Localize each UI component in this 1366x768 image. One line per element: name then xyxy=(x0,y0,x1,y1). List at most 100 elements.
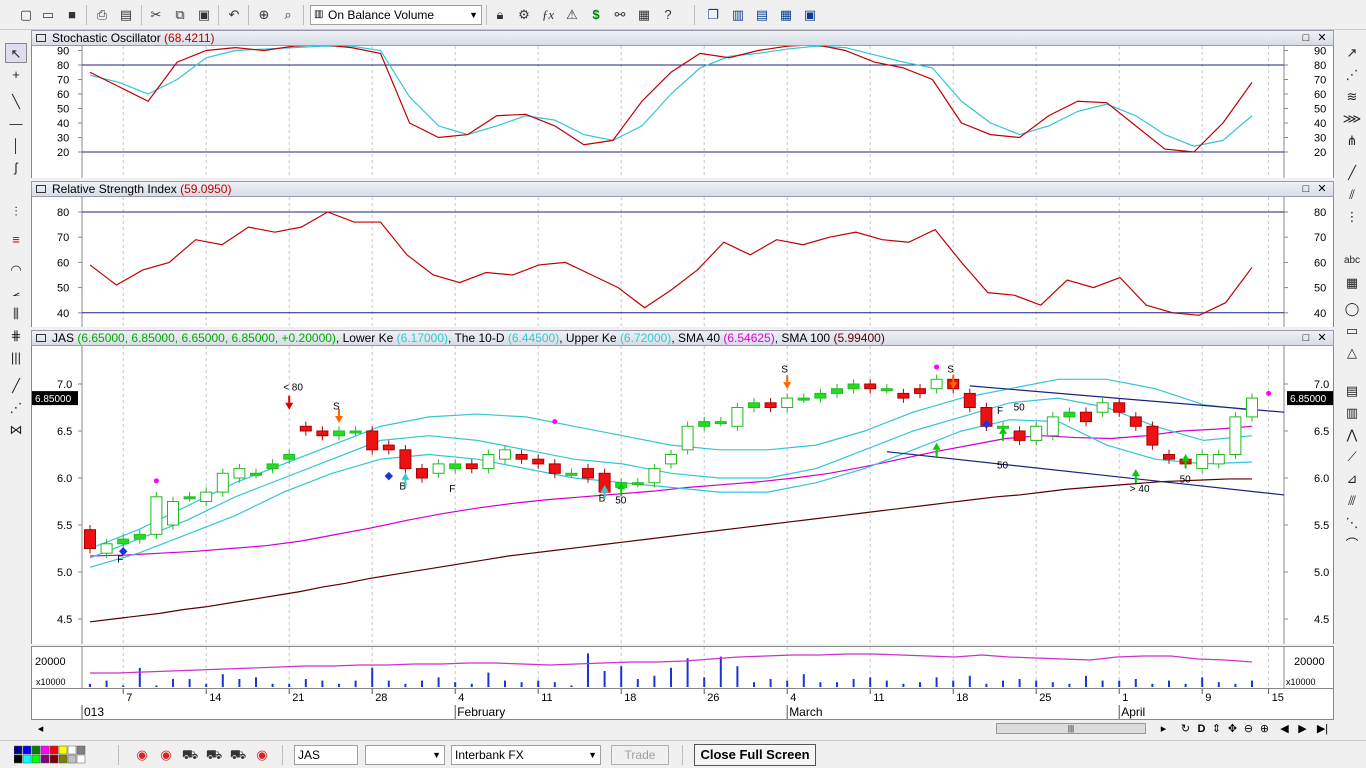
go-end-icon[interactable]: ▶| xyxy=(1315,721,1330,737)
volume-tool-icon[interactable]: ▥ xyxy=(1341,403,1363,423)
paste-icon[interactable]: ▣ xyxy=(194,5,214,25)
fan-tool-icon[interactable]: ⊿ xyxy=(1341,469,1363,489)
close-icon[interactable]: ✕ xyxy=(1315,31,1329,45)
speed-tool-icon[interactable]: ⋱ xyxy=(1341,513,1363,533)
car-icon[interactable]: ⛟ xyxy=(204,745,224,765)
binoculars-icon[interactable]: ⚯ xyxy=(610,5,630,25)
channel-tool-icon[interactable]: ⫻ xyxy=(1341,491,1363,511)
maximize-icon[interactable]: □ xyxy=(1299,31,1313,45)
channel-icon[interactable]: ⋕ xyxy=(5,326,27,346)
car-icon[interactable]: ⛟ xyxy=(180,745,200,765)
horizontal-line-icon[interactable]: — xyxy=(5,114,27,134)
go-back-icon[interactable]: ◀ xyxy=(1277,721,1292,737)
go-forward-icon[interactable]: ▶ xyxy=(1295,721,1310,737)
rectangle-icon[interactable]: ▭ xyxy=(1341,321,1363,341)
tile-horizontal-icon[interactable]: ▤ xyxy=(752,5,772,25)
stochastic-chart[interactable]: 90 90 80 80 70 70 60 60 50 50 40 40 30 30 20 20 xyxy=(31,46,1334,178)
fan-icon[interactable]: ⦟ xyxy=(5,282,27,302)
undo-icon[interactable]: ↶ xyxy=(224,5,244,25)
regression-icon[interactable]: ≋ xyxy=(1341,87,1363,107)
trade-button[interactable]: Trade xyxy=(611,745,669,765)
elliott-icon[interactable]: ⋀ xyxy=(1341,425,1363,445)
window-cascade-icon[interactable]: ❐ xyxy=(703,5,723,25)
symbol-input[interactable]: JAS xyxy=(294,745,358,765)
fib-arcs-icon[interactable]: ⋙ xyxy=(1341,109,1363,129)
copy-icon[interactable]: ⧉ xyxy=(170,5,190,25)
period-button[interactable]: D xyxy=(1194,721,1209,737)
zoom-in-icon[interactable]: ⊕ xyxy=(1257,721,1272,737)
volume-chart[interactable]: 20000 x10000 20000 x10000 xyxy=(31,646,1334,689)
line-tool-icon[interactable]: ╱ xyxy=(1341,163,1363,183)
print-preview-icon[interactable]: ▤ xyxy=(116,5,136,25)
ellipse-icon[interactable]: ◯ xyxy=(1341,299,1363,319)
cycle-lines-icon[interactable]: ⫶ xyxy=(5,202,27,222)
maximize-icon[interactable]: □ xyxy=(1299,331,1313,345)
pointer-icon[interactable]: ↖ xyxy=(5,43,27,63)
car-icon[interactable]: ⛟ xyxy=(228,745,248,765)
grid-overlay-icon[interactable]: ▦ xyxy=(1341,273,1363,293)
browser-icon[interactable]: ◉ xyxy=(252,745,272,765)
open-folder-icon[interactable]: ▭ xyxy=(38,5,58,25)
explorer-icon[interactable]: ▦ xyxy=(634,5,654,25)
fit-icon[interactable]: ⇕ xyxy=(1209,721,1224,737)
function-icon[interactable]: ƒx xyxy=(538,5,558,25)
browser-icon[interactable]: ◉ xyxy=(132,745,152,765)
interval-select[interactable]: ▼ xyxy=(365,745,445,765)
pitchfork-icon[interactable]: ⋔ xyxy=(1341,131,1363,151)
save-icon[interactable]: ■ xyxy=(62,5,82,25)
ruler-icon[interactable]: ▤ xyxy=(1341,381,1363,401)
zoom-icon[interactable]: ⌕ xyxy=(278,5,298,25)
raff-channel-icon[interactable]: ⫽ xyxy=(1341,185,1363,205)
price-title-bar[interactable]: JAS (6.65000, 6.85000, 6.65000, 6.85000,… xyxy=(31,330,1334,346)
stochastic-title-bar[interactable]: Stochastic Oscillator (68.4211) □ ✕ xyxy=(31,30,1334,46)
print-icon[interactable]: ⎙ xyxy=(92,5,112,25)
crosshair-tool-icon[interactable]: + xyxy=(5,65,27,85)
arc-icon[interactable]: ◠ xyxy=(5,260,27,280)
fullscreen-icon[interactable]: ▣ xyxy=(800,5,820,25)
new-file-icon[interactable]: ▢ xyxy=(16,5,36,25)
alert-icon[interactable]: ⚠ xyxy=(562,5,582,25)
move-icon[interactable]: ✥ xyxy=(1225,721,1240,737)
tile-vertical-icon[interactable]: ▥ xyxy=(728,5,748,25)
help-icon[interactable]: ? xyxy=(658,5,678,25)
close-full-screen-button[interactable]: Close Full Screen xyxy=(694,744,816,766)
scroll-right-icon[interactable]: ▸ xyxy=(1156,721,1171,737)
maximize-icon[interactable]: □ xyxy=(1299,182,1313,196)
text-tool-icon[interactable]: abc xyxy=(1341,251,1363,271)
trendline-icon[interactable]: ╲ xyxy=(5,92,27,112)
speed-resistance-icon[interactable]: ↗ xyxy=(1341,43,1363,63)
dollar-icon[interactable]: $ xyxy=(586,5,606,25)
datafeed-select[interactable]: Interbank FX ▼ xyxy=(451,745,601,765)
price-chart[interactable]: 7.0 7.0 6.5 6.5 6.0 6.0 5.5 5.5 5.0 5.0 4.5 4.5 6.85… xyxy=(31,346,1334,644)
scrollbar-thumb[interactable]: ||| xyxy=(996,723,1146,734)
color-palette[interactable] xyxy=(13,745,98,765)
close-icon[interactable]: ✕ xyxy=(1315,182,1329,196)
gann-fan-icon[interactable]: ⋰ xyxy=(1341,65,1363,85)
rsi-title-bar[interactable]: Relative Strength Index (59.0950) □ ✕ xyxy=(31,181,1334,197)
line-tool-icon[interactable]: ╱ xyxy=(5,376,27,396)
rsi-chart[interactable]: 80 80 70 70 60 60 50 50 40 40 xyxy=(31,197,1334,327)
lock-icon[interactable]: 🔒︎ xyxy=(490,5,510,25)
zoom-out-icon[interactable]: ⊖ xyxy=(1241,721,1256,737)
bars-icon[interactable]: ||| xyxy=(5,348,27,368)
fibonacci-icon[interactable]: ≡ xyxy=(5,230,27,250)
crosshair-icon[interactable]: ⊕ xyxy=(254,5,274,25)
grid-tool-icon[interactable]: ⋈ xyxy=(5,420,27,440)
speed-lines-icon[interactable]: ⋰ xyxy=(5,398,27,418)
indicator-builder-icon[interactable]: ⚙ xyxy=(514,5,534,25)
vertical-line-icon[interactable]: │ xyxy=(5,136,27,156)
triangle-icon[interactable]: △ xyxy=(1341,343,1363,363)
indicator-select[interactable]: ▥ On Balance Volume ▼ xyxy=(310,5,482,25)
tile-grid-icon[interactable]: ▦ xyxy=(776,5,796,25)
scroll-left-icon[interactable]: ◂ xyxy=(33,721,48,737)
timezone-icon[interactable]: ⫼ xyxy=(5,304,27,324)
zigzag-icon[interactable]: ʃ xyxy=(5,158,27,178)
browser-icon[interactable]: ◉ xyxy=(156,745,176,765)
refresh-icon[interactable]: ↻ xyxy=(1178,721,1193,737)
curve-icon[interactable]: ⌒ xyxy=(1341,535,1363,555)
tick-icon[interactable]: ⟋ xyxy=(1341,447,1363,467)
chart-scrollbar[interactable]: ◂ ||| ▸ ↻ D ⇕ ✥ ⊖ ⊕ ◀ ▶ ▶| xyxy=(31,720,1334,738)
close-icon[interactable]: ✕ xyxy=(1315,331,1329,345)
cut-icon[interactable]: ✂ xyxy=(146,5,166,25)
andrews-icon[interactable]: ⋮ xyxy=(1341,207,1363,227)
